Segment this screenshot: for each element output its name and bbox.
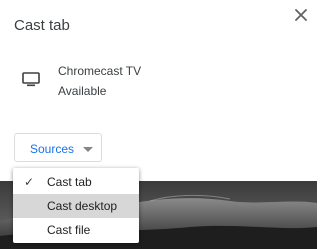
sink-status: Available <box>58 84 107 98</box>
menu-item-cast-file[interactable]: Cast file <box>13 218 139 242</box>
sources-button[interactable]: Sources <box>14 133 102 162</box>
menu-item-cast-desktop[interactable]: Cast desktop <box>13 194 139 218</box>
menu-item-label: Cast tab <box>47 175 92 189</box>
dialog-title: Cast tab <box>14 17 70 34</box>
tv-icon <box>22 72 40 87</box>
close-button[interactable] <box>291 5 311 25</box>
menu-item-label: Cast desktop <box>47 199 118 213</box>
close-icon <box>295 9 307 21</box>
check-icon: ✓ <box>24 175 35 189</box>
sources-menu: ✓ Cast tab Cast desktop Cast file <box>13 168 139 243</box>
sources-label: Sources <box>30 142 75 156</box>
sink-chromecast-tv[interactable]: Chromecast TV Available <box>0 55 317 107</box>
sink-name: Chromecast TV <box>58 64 142 78</box>
caret-down-icon <box>83 147 93 152</box>
menu-item-cast-tab[interactable]: ✓ Cast tab <box>13 170 139 194</box>
menu-item-label: Cast file <box>47 223 91 237</box>
